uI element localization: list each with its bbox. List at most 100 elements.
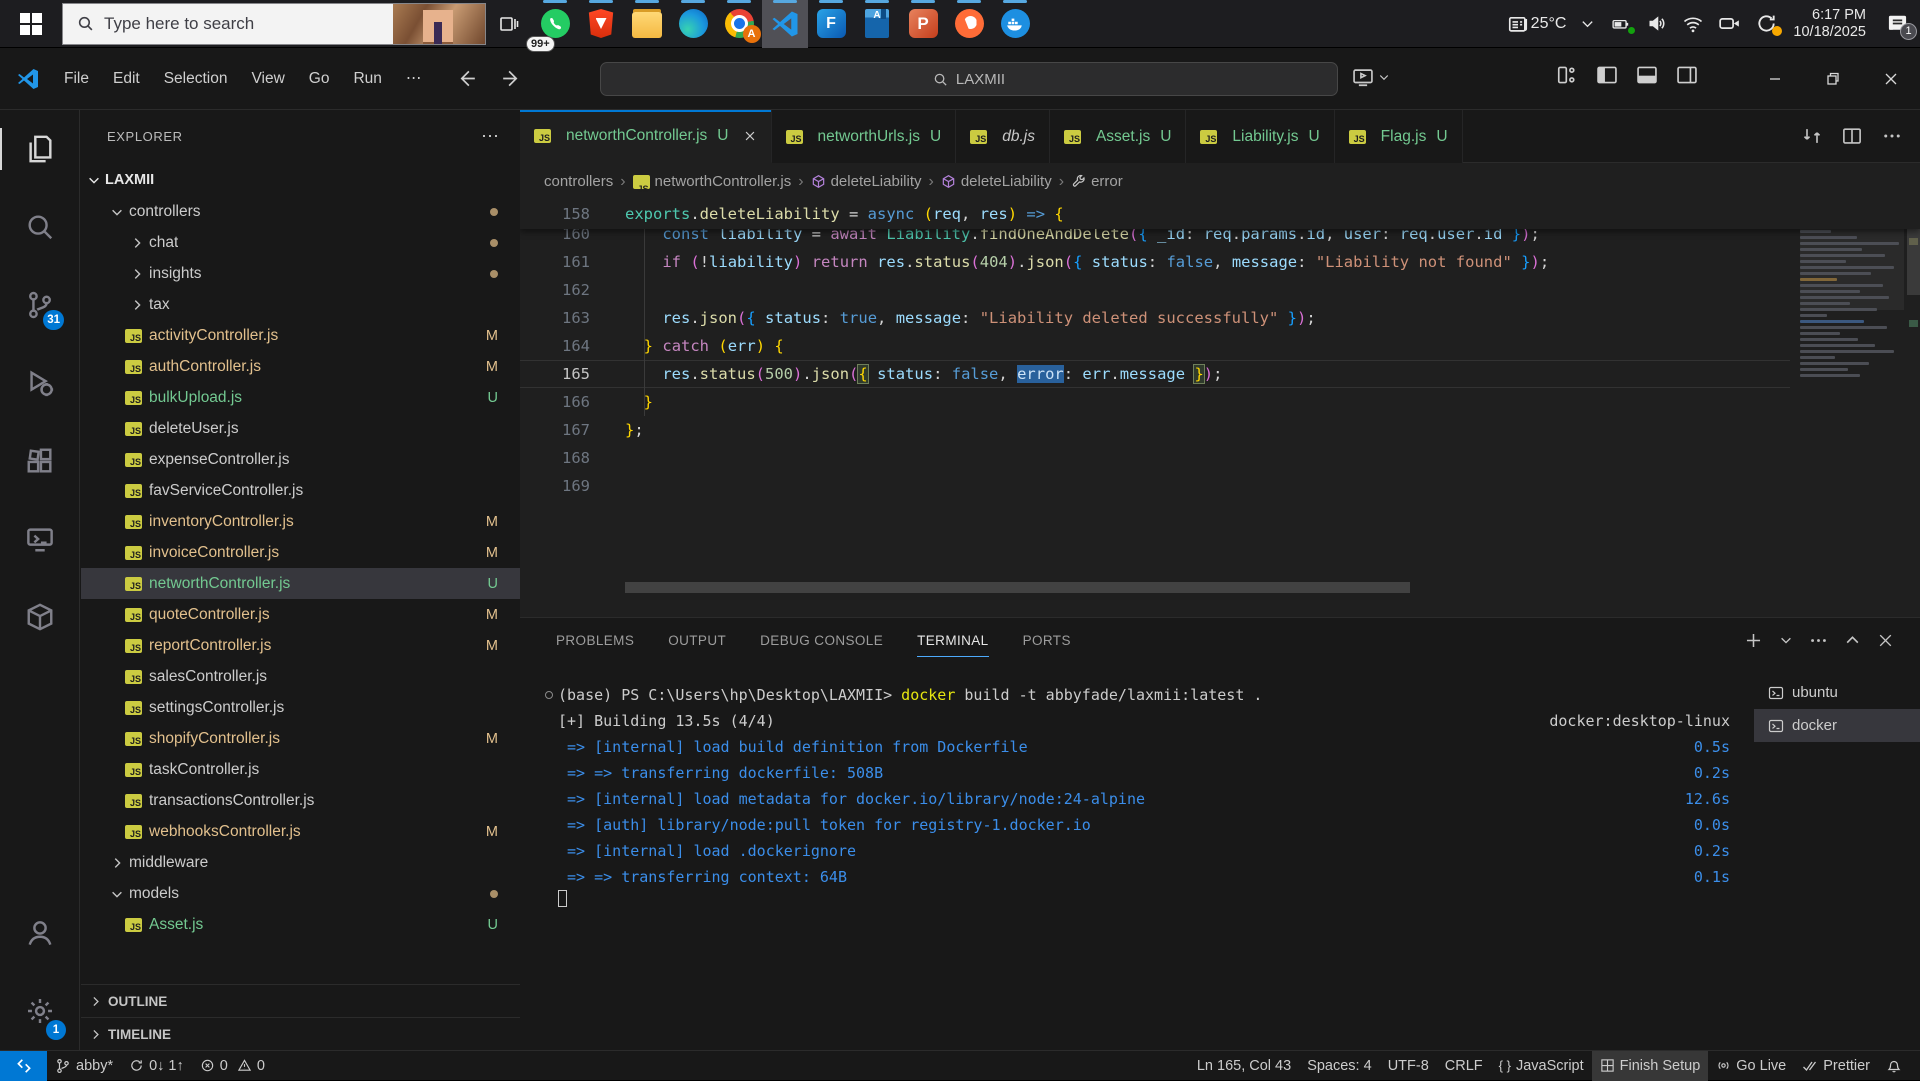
close-button[interactable] — [1862, 48, 1920, 110]
editor-tab-Asset-js[interactable]: JS Asset.js U — [1049, 110, 1187, 163]
code-line[interactable]: 165 res.status(500).json({ status: false… — [520, 360, 1790, 388]
file-item-shopifyController-js[interactable]: JS shopifyController.js M — [81, 723, 520, 754]
status-notifications-bell[interactable] — [1878, 1051, 1910, 1081]
file-item-taskController-js[interactable]: JS taskController.js — [81, 754, 520, 785]
nav-back-icon[interactable] — [457, 69, 476, 88]
status-go-live[interactable]: Go Live — [1708, 1051, 1794, 1081]
file-item-settingsController-js[interactable]: JS settingsController.js — [81, 692, 520, 723]
breadcrumb-item[interactable]: JS networthController.js — [632, 173, 791, 193]
remote-indicator[interactable] — [0, 1050, 47, 1081]
sync-status-button[interactable] — [1748, 0, 1785, 48]
taskbar-app-docker[interactable] — [992, 0, 1038, 48]
code-line[interactable]: 169 — [520, 472, 1790, 500]
taskbar-app-flow-app[interactable]: F — [808, 0, 854, 48]
panel-tab-debug-console[interactable]: DEBUG CONSOLE — [760, 618, 883, 662]
status-indentation[interactable]: Spaces: 4 — [1299, 1051, 1380, 1081]
file-item-expenseController-js[interactable]: JS expenseController.js — [81, 444, 520, 475]
meet-now-button[interactable] — [1711, 0, 1748, 48]
activitybar-extensions[interactable] — [0, 422, 80, 500]
status-eol[interactable]: CRLF — [1437, 1051, 1491, 1081]
breadcrumb-item[interactable]: deleteLiability — [811, 173, 922, 190]
git-branch-status[interactable]: abby* — [47, 1051, 121, 1081]
status-finish-setup[interactable]: Finish Setup — [1591, 1050, 1709, 1081]
code-line[interactable]: 160 const liability = await Liability.fi… — [520, 229, 1790, 248]
show-hidden-icons[interactable] — [1573, 0, 1602, 48]
code-line[interactable]: 167}; — [520, 416, 1790, 444]
close-panel-icon[interactable] — [1877, 632, 1894, 649]
widgets-button[interactable]: 25°C — [1500, 0, 1574, 48]
code-line[interactable]: 162 — [520, 276, 1790, 304]
open-changes-icon[interactable] — [1802, 126, 1822, 146]
file-item-inventoryController-js[interactable]: JS inventoryController.js M — [81, 506, 520, 537]
breadcrumb-item[interactable]: deleteLiability — [941, 173, 1052, 190]
menu-selection[interactable]: Selection — [154, 65, 238, 93]
breadcrumb-item[interactable]: controllers — [544, 173, 613, 190]
activitybar-remote-explorer[interactable] — [0, 500, 80, 578]
menu-go[interactable]: Go — [299, 65, 340, 93]
terminal-dropdown-icon[interactable] — [1779, 633, 1793, 647]
battery-indicator[interactable] — [1602, 0, 1640, 48]
menu-more[interactable]: ⋯ — [396, 64, 432, 93]
editor-tab-networthController-js[interactable]: JS networthController.js U — [520, 110, 772, 163]
activitybar-settings[interactable]: 1 — [0, 972, 80, 1050]
split-editor-icon[interactable] — [1842, 126, 1862, 146]
new-terminal-icon[interactable] — [1744, 631, 1763, 650]
toggle-panel-icon[interactable] — [1636, 64, 1658, 86]
minimap[interactable] — [1800, 200, 1904, 500]
taskbar-app-whatsapp[interactable]: 99+ — [526, 0, 578, 52]
folder-item-insights[interactable]: insights — [81, 258, 520, 289]
file-item-bulkUpload-js[interactable]: JS bulkUpload.js U — [81, 382, 520, 413]
horizontal-scrollbar[interactable] — [625, 582, 1780, 593]
folder-item-tax[interactable]: tax — [81, 289, 520, 320]
taskbar-app-edge[interactable] — [670, 0, 716, 48]
editor-tab-networthUrls-js[interactable]: JS networthUrls.js U — [771, 110, 957, 163]
file-item-favServiceController-js[interactable]: JS favServiceController.js — [81, 475, 520, 506]
outline-section[interactable]: OUTLINE — [81, 984, 520, 1017]
panel-tab-problems[interactable]: PROBLEMS — [556, 618, 634, 662]
taskbar-app-file-explorer[interactable] — [624, 0, 670, 48]
taskbar-app-postman[interactable] — [946, 0, 992, 48]
panel-tab-ports[interactable]: PORTS — [1023, 618, 1071, 662]
status-prettier[interactable]: Prettier — [1794, 1051, 1878, 1081]
activitybar-account[interactable] — [0, 894, 80, 972]
taskbar-app-vscode[interactable] — [762, 0, 808, 48]
terminal-session-docker[interactable]: docker — [1754, 709, 1920, 742]
panel-tab-output[interactable]: OUTPUT — [668, 618, 726, 662]
taskbar-app-powerpoint[interactable]: P — [900, 0, 946, 48]
toggle-sidebar-icon[interactable] — [1596, 64, 1618, 86]
sticky-scroll-line[interactable]: 158 exports.deleteLiability = async (req,… — [520, 200, 1920, 229]
command-decoration[interactable] — [545, 691, 553, 699]
status-language-mode[interactable]: { } JavaScript — [1491, 1051, 1592, 1081]
workspace-section-header[interactable]: LAXMII — [81, 163, 520, 196]
editor-tab-db-js[interactable]: JS db.js — [956, 110, 1050, 163]
taskbar-app-chrome[interactable]: A — [716, 0, 762, 48]
restore-button[interactable] — [1804, 48, 1862, 110]
code-line[interactable]: 163 res.json({ status: true, message: "L… — [520, 304, 1790, 332]
file-item-invoiceController-js[interactable]: JS invoiceController.js M — [81, 537, 520, 568]
file-item-activityController-js[interactable]: JS activityController.js M — [81, 320, 520, 351]
breadcrumb-item[interactable]: error — [1071, 173, 1123, 190]
menu-run[interactable]: Run — [343, 65, 391, 93]
code-line[interactable]: 164 } catch (err) { — [520, 332, 1790, 360]
notification-center-button[interactable]: 1 — [1874, 0, 1920, 48]
code-line[interactable]: 161 if (!liability) return res.status(40… — [520, 248, 1790, 276]
folder-item-models[interactable]: models — [81, 878, 520, 909]
panel-more-icon[interactable] — [1809, 631, 1828, 650]
menu-view[interactable]: View — [241, 65, 294, 93]
file-item-authController-js[interactable]: JS authController.js M — [81, 351, 520, 382]
code-line[interactable]: 166 } — [520, 388, 1790, 416]
folder-item-controllers[interactable]: controllers — [81, 196, 520, 227]
editor-tab-Liability-js[interactable]: JS Liability.js U — [1186, 110, 1335, 163]
status-cursor-position[interactable]: Ln 165, Col 43 — [1189, 1051, 1299, 1081]
folder-item-middleware[interactable]: middleware — [81, 847, 520, 878]
file-item-reportController-js[interactable]: JS reportController.js M — [81, 630, 520, 661]
taskbar-search[interactable]: Type here to search — [62, 2, 486, 45]
code-line[interactable]: 168 — [520, 444, 1790, 472]
file-item-quoteController-js[interactable]: JS quoteController.js M — [81, 599, 520, 630]
folder-item-chat[interactable]: chat — [81, 227, 520, 258]
toggle-secondary-sidebar-icon[interactable] — [1676, 64, 1698, 86]
activitybar-files[interactable] — [0, 110, 80, 188]
activitybar-search[interactable] — [0, 188, 80, 266]
start-button[interactable] — [0, 0, 62, 48]
tab-close-icon[interactable] — [743, 129, 757, 143]
